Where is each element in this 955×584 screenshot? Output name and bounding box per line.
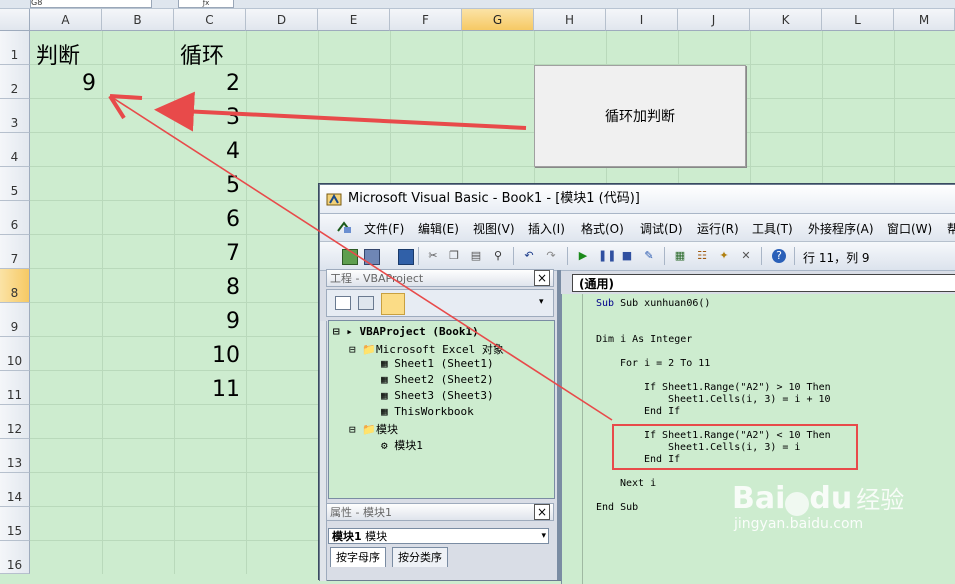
arrow-to-c-column [154, 91, 527, 132]
watermark-url: jingyan.baidu.com [734, 516, 864, 532]
paw-icon [785, 491, 810, 516]
watermark-brand-a: Bai [732, 481, 786, 516]
baidu-watermark: Bai du 经验 jingyan.baidu.com [732, 480, 904, 532]
arrow-thin-line [109, 95, 613, 421]
watermark-brand-cn: 经验 [856, 486, 905, 514]
watermark-brand-b: du [809, 481, 853, 516]
